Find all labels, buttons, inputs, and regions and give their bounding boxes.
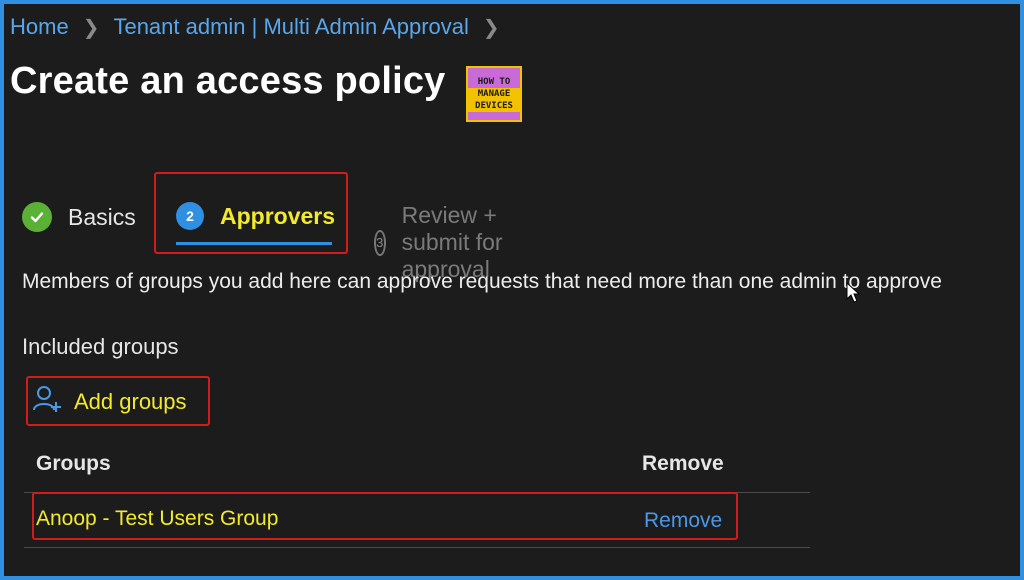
breadcrumb-tenant-link[interactable]: Tenant admin | Multi Admin Approval — [113, 14, 468, 40]
mouse-cursor-icon — [846, 281, 861, 309]
brand-logo: HOW TO MANAGE DEVICES — [466, 66, 522, 122]
description-text: Members of groups you add here can appro… — [22, 270, 942, 293]
logo-line-3: DEVICES — [468, 100, 520, 112]
included-groups-label: Included groups — [22, 334, 179, 359]
step-number-badge: 3 — [374, 229, 386, 256]
page-title: Create an access policy — [10, 60, 446, 102]
breadcrumb-home-link[interactable]: Home — [10, 14, 69, 40]
tab-basics-label: Basics — [68, 203, 136, 230]
chevron-right-icon: ❯ — [482, 16, 500, 39]
annotation-box — [26, 376, 210, 426]
logo-line-1: HOW TO — [477, 77, 511, 87]
column-header-groups: Groups — [36, 452, 111, 475]
checkmark-icon — [22, 202, 52, 232]
logo-line-2: MANAGE — [468, 88, 520, 100]
main-window: Home ❯ Tenant admin | Multi Admin Approv… — [4, 4, 1020, 576]
breadcrumb: Home ❯ Tenant admin | Multi Admin Approv… — [10, 14, 514, 40]
column-header-remove: Remove — [642, 452, 724, 475]
table-header: Groups Remove — [24, 444, 810, 493]
chevron-right-icon: ❯ — [82, 16, 100, 39]
annotation-box — [154, 172, 348, 254]
annotation-box — [32, 492, 738, 540]
tab-basics[interactable]: Basics — [22, 202, 136, 232]
